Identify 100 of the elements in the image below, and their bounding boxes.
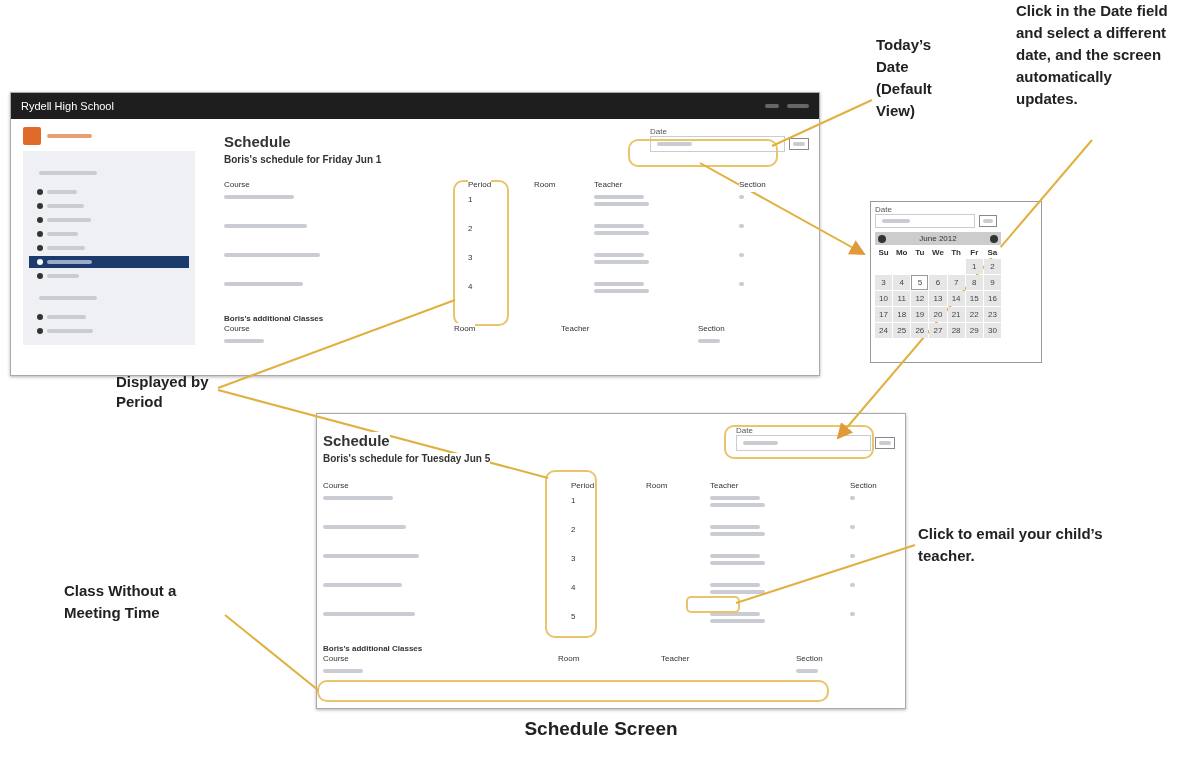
blurred-text-line <box>224 339 264 343</box>
close-button[interactable] <box>875 437 895 449</box>
calendar-day[interactable]: 15 <box>965 291 983 306</box>
calendar-day[interactable]: 12 <box>911 291 929 306</box>
calendar-day[interactable]: 5 <box>911 275 929 290</box>
blurred-text-line <box>657 142 692 146</box>
blurred-text-line <box>710 561 765 565</box>
blurred-text-line <box>710 583 760 587</box>
blurred-text-line <box>594 289 649 293</box>
calendar-day[interactable]: 6 <box>929 275 947 290</box>
calendar-day[interactable]: 29 <box>965 323 983 338</box>
calendar-day[interactable]: 14 <box>947 291 965 306</box>
close-button[interactable] <box>979 215 997 227</box>
blurred-text-line <box>710 496 760 500</box>
calendar-day[interactable]: 13 <box>929 291 947 306</box>
calendar-day[interactable]: 8 <box>965 275 983 290</box>
table-cell-text: 2 <box>571 524 577 536</box>
table-cell-text: 1 <box>571 495 577 507</box>
page-title: Schedule <box>224 133 291 150</box>
sidebar-item[interactable] <box>29 256 189 268</box>
calendar-day[interactable]: 25 <box>893 323 911 338</box>
blurred-text-line <box>743 441 778 445</box>
blurred-text-line <box>850 525 855 529</box>
blurred-text-line <box>739 282 744 286</box>
calendar-day[interactable]: 10 <box>875 291 893 306</box>
blurred-text-line <box>850 583 855 587</box>
bullet-icon <box>37 231 43 237</box>
figure-caption: Schedule Screen <box>523 718 679 740</box>
logo-icon <box>23 127 41 145</box>
calendar-day[interactable]: 3 <box>875 275 893 290</box>
close-button[interactable] <box>789 138 809 150</box>
callout-text: Today’s Date (Default View) <box>876 35 933 121</box>
calendar-day[interactable]: 1 <box>965 259 983 274</box>
bullet-icon <box>37 189 43 195</box>
bullet-icon <box>37 314 43 320</box>
calendar-day[interactable]: 28 <box>947 323 965 338</box>
calendar-day[interactable]: 11 <box>893 291 911 306</box>
column-header: Section <box>739 179 766 192</box>
month-title: June 2012 <box>919 234 957 243</box>
blurred-text-line <box>765 104 779 108</box>
date-field[interactable] <box>650 136 785 152</box>
blurred-text-line <box>787 104 809 108</box>
blurred-text-line <box>850 554 855 558</box>
calendar-day[interactable]: 2 <box>983 259 1001 274</box>
page-subtitle: Boris's schedule for Tuesday Jun 5 <box>323 453 491 464</box>
calendar-day[interactable]: 24 <box>875 323 893 338</box>
blurred-text-line <box>983 219 993 223</box>
blurred-text-line <box>739 195 744 199</box>
calendar-day[interactable]: 19 <box>911 307 929 322</box>
blurred-text-line <box>710 532 765 536</box>
blurred-text-line <box>710 525 760 529</box>
blurred-text-line <box>850 496 855 500</box>
calendar-day[interactable]: 21 <box>947 307 965 322</box>
page-title: Schedule <box>323 432 390 449</box>
blurred-text-line <box>594 224 644 228</box>
calendar-day[interactable]: 26 <box>911 323 929 338</box>
calendar-day[interactable]: 16 <box>983 291 1001 306</box>
calendar-day[interactable]: 17 <box>875 307 893 322</box>
blurred-text-line <box>39 295 97 300</box>
blurred-text-line <box>47 134 92 138</box>
table-cell-text: 4 <box>468 281 474 293</box>
blurred-text-line <box>323 496 393 500</box>
blurred-text-line <box>710 554 760 558</box>
calendar-day[interactable]: 23 <box>983 307 1001 322</box>
blurred-text-line <box>594 202 649 206</box>
blurred-text-line <box>594 260 649 264</box>
bullet-icon <box>37 259 43 265</box>
section-heading: Boris's additional Classes <box>224 314 324 323</box>
section-heading: Boris's additional Classes <box>323 644 423 653</box>
calendar-day[interactable]: 18 <box>893 307 911 322</box>
calendar-day[interactable]: 27 <box>929 323 947 338</box>
calendar-day[interactable]: 22 <box>965 307 983 322</box>
calendar-day[interactable]: 30 <box>983 323 1001 338</box>
highlight-outline <box>686 596 740 613</box>
callout-text: Click in the Date field and select a different date, and the screen automatically updates. <box>1016 1 1169 109</box>
bullet-icon <box>37 203 43 209</box>
calendar-day[interactable]: 4 <box>893 275 911 290</box>
app-title: Rydell High School <box>21 100 114 112</box>
table-cell-text: 5 <box>571 611 577 623</box>
date-field[interactable] <box>736 435 871 451</box>
calendar-day[interactable]: 7 <box>947 275 965 290</box>
date-field[interactable] <box>875 214 975 228</box>
table-cell-text: 2 <box>468 223 474 235</box>
blurred-text-line <box>879 441 891 445</box>
blurred-text-line <box>594 253 644 257</box>
callout-text: Click to email your child’s teacher. <box>918 524 1104 566</box>
previous-month-icon[interactable] <box>878 234 886 243</box>
blurred-text-line <box>224 195 294 199</box>
blurred-text-line <box>39 170 97 175</box>
blurred-text-line <box>739 224 744 228</box>
blurred-text-line <box>698 339 720 343</box>
table-cell-text: 3 <box>571 553 577 565</box>
bullet-icon <box>37 217 43 223</box>
callout-text: Class Without a Meeting Time <box>64 581 178 623</box>
calendar-day[interactable]: 20 <box>929 307 947 322</box>
table-cell-text: 4 <box>571 582 577 594</box>
calendar-day[interactable]: 9 <box>983 275 1001 290</box>
blurred-text-line <box>710 503 765 507</box>
blurred-text-line <box>594 282 644 286</box>
next-month-icon[interactable] <box>990 234 998 243</box>
